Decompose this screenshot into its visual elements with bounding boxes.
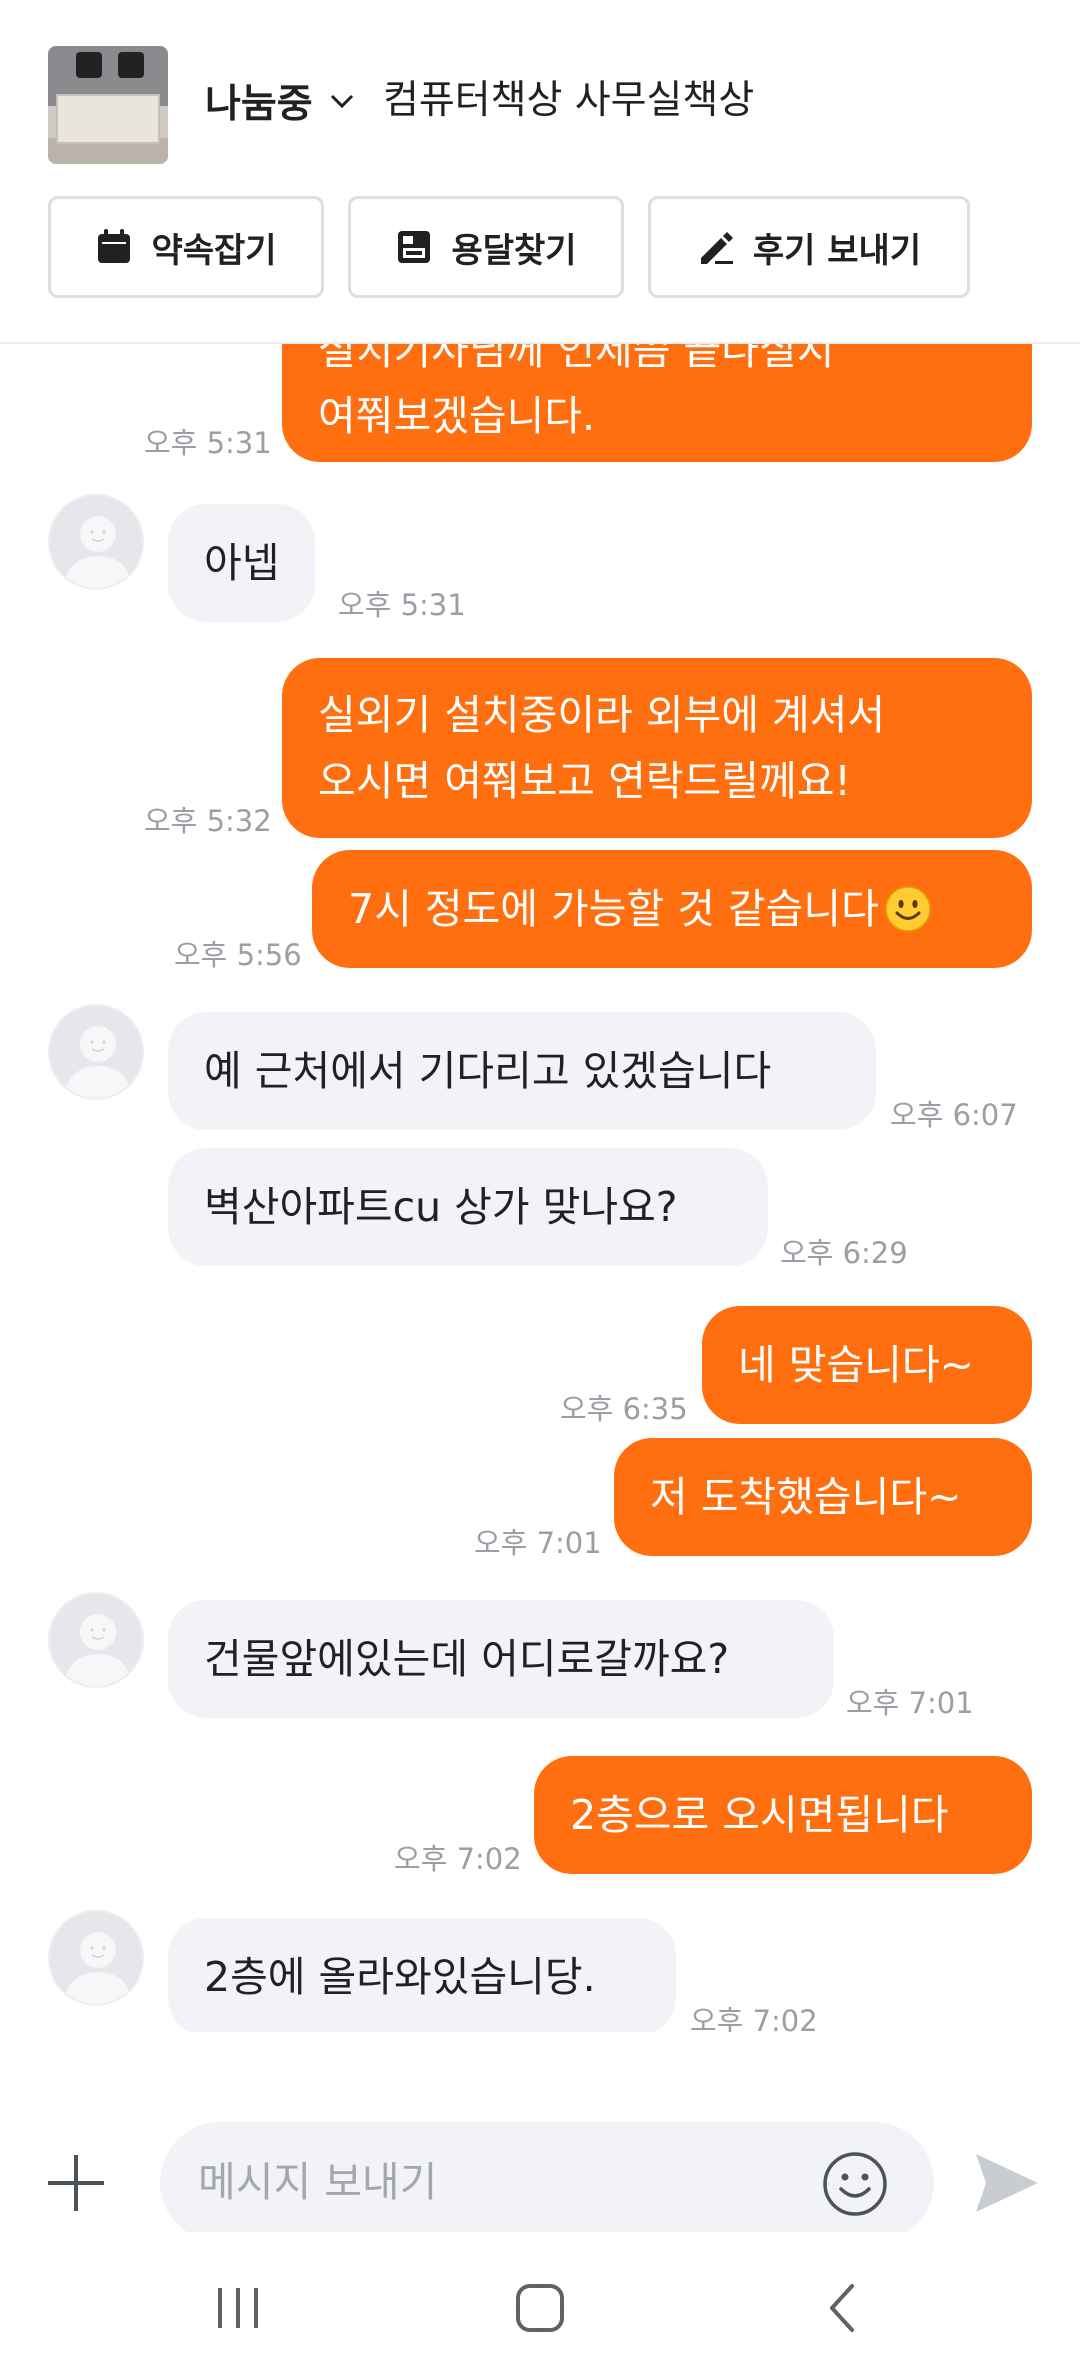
message-bubble-mine[interactable]: 네 맞습니다~ — [702, 1306, 1032, 1424]
message-input-box[interactable] — [160, 2122, 934, 2242]
message-composer — [0, 2032, 1080, 2242]
message-time: 오후 6:29 — [780, 1236, 908, 1270]
message-text: 예 근처에서 기다리고 있겠습니다 — [204, 1047, 772, 1095]
message-text: 실외기 설치중이라 외부에 계셔서 — [318, 691, 886, 739]
send-icon[interactable] — [972, 2150, 1042, 2216]
system-navigation-bar — [0, 2232, 1080, 2374]
message-time: 오후 7:02 — [690, 2004, 818, 2032]
message-text: 네 맞습니다~ — [738, 1341, 974, 1389]
status-label: 나눔중 — [205, 83, 313, 126]
message-time: 오후 5:56 — [174, 938, 302, 972]
send-review-button[interactable]: 후기 보내기 — [648, 196, 970, 298]
message-bubble-mine[interactable]: 설치기사님께 언제쯤 끝나실지 여쭤보겠습니다. — [282, 344, 1032, 462]
message-bubble-theirs[interactable]: 아넵 — [168, 504, 316, 622]
message-bubble-theirs[interactable]: 건물앞에있는데 어디로갈까요? — [168, 1600, 834, 1718]
plus-icon[interactable] — [46, 2153, 106, 2213]
message-text: 아넵 — [204, 539, 280, 587]
avatar[interactable] — [48, 494, 144, 590]
message-text: 7시 정도에 가능할 것 같습니다 — [348, 885, 879, 933]
calendar-icon — [98, 229, 131, 263]
avatar[interactable] — [48, 1910, 144, 2006]
truck-icon — [398, 231, 431, 263]
find-delivery-button[interactable]: 용달찾기 — [348, 196, 624, 298]
message-text: 2층으로 오시면됩니다 — [570, 1791, 949, 1839]
message-bubble-mine[interactable]: 저 도착했습니다~ — [614, 1438, 1032, 1556]
message-text: 벽산아파트cu 상가 맞나요? — [204, 1183, 678, 1231]
home-icon[interactable] — [510, 2280, 570, 2336]
message-text: 오시면 여쭤보고 연락드릴께요! — [318, 757, 851, 805]
message-time: 오후 7:01 — [474, 1526, 602, 1560]
message-bubble-mine[interactable]: 7시 정도에 가능할 것 같습니다 — [312, 850, 1032, 968]
message-bubble-theirs[interactable]: 예 근처에서 기다리고 있겠습니다 — [168, 1012, 876, 1130]
chevron-down-icon — [330, 94, 353, 109]
message-time: 오후 6:35 — [560, 1392, 688, 1426]
default-profile-icon — [50, 1006, 142, 1098]
message-text: 2층에 올라와있습니당. — [204, 1953, 596, 2001]
avatar[interactable] — [48, 1004, 144, 1100]
avatar[interactable] — [48, 1592, 144, 1688]
status-dropdown[interactable]: 나눔중 — [205, 74, 357, 128]
message-input[interactable] — [198, 2158, 758, 2206]
message-bubble-mine[interactable]: 실외기 설치중이라 외부에 계셔서 오시면 여쭤보고 연락드릴께요! — [282, 658, 1032, 838]
emoji-icon[interactable] — [822, 2151, 888, 2217]
message-time: 오후 5:31 — [144, 426, 272, 460]
message-bubble-theirs[interactable]: 2층에 올라와있습니당. — [168, 1918, 676, 2032]
appointment-label: 약속잡기 — [151, 230, 277, 271]
message-time: 오후 6:07 — [890, 1098, 1018, 1132]
appointment-button[interactable]: 약속잡기 — [48, 196, 324, 298]
find-delivery-label: 용달찾기 — [451, 230, 577, 271]
item-thumbnail[interactable] — [48, 46, 168, 164]
send-review-label: 후기 보내기 — [752, 230, 922, 271]
default-profile-icon — [50, 496, 142, 588]
message-time: 오후 5:31 — [338, 588, 466, 622]
message-time: 오후 5:32 — [144, 804, 272, 838]
message-time: 오후 7:02 — [394, 1842, 522, 1876]
message-text: 여쭤보겠습니다. — [318, 392, 596, 440]
message-bubble-mine[interactable]: 2층으로 오시면됩니다 — [534, 1756, 1032, 1874]
smiling-face-emoji-icon — [885, 886, 931, 932]
chat-messages[interactable]: 설치기사님께 언제쯤 끝나실지 여쭤보겠습니다. 오후 5:31 아넵 오후 5… — [0, 344, 1080, 2032]
message-text: 설치기사님께 언제쯤 끝나실지 — [318, 344, 835, 374]
recent-apps-icon[interactable] — [208, 2280, 268, 2336]
back-icon[interactable] — [814, 2280, 874, 2336]
message-time: 오후 7:01 — [846, 1686, 974, 1720]
message-text: 건물앞에있는데 어디로갈까요? — [204, 1635, 730, 1683]
default-profile-icon — [50, 1594, 142, 1686]
default-profile-icon — [50, 1912, 142, 2004]
chat-header: 나눔중 컴퓨터책상 사무실책상 약속잡기 용달찾기 후기 보내기 — [0, 0, 1080, 344]
message-bubble-theirs[interactable]: 벽산아파트cu 상가 맞나요? — [168, 1148, 768, 1266]
pencil-icon — [700, 232, 733, 264]
message-text: 저 도착했습니다~ — [650, 1473, 962, 1521]
item-title[interactable]: 컴퓨터책상 사무실책상 — [383, 74, 754, 128]
